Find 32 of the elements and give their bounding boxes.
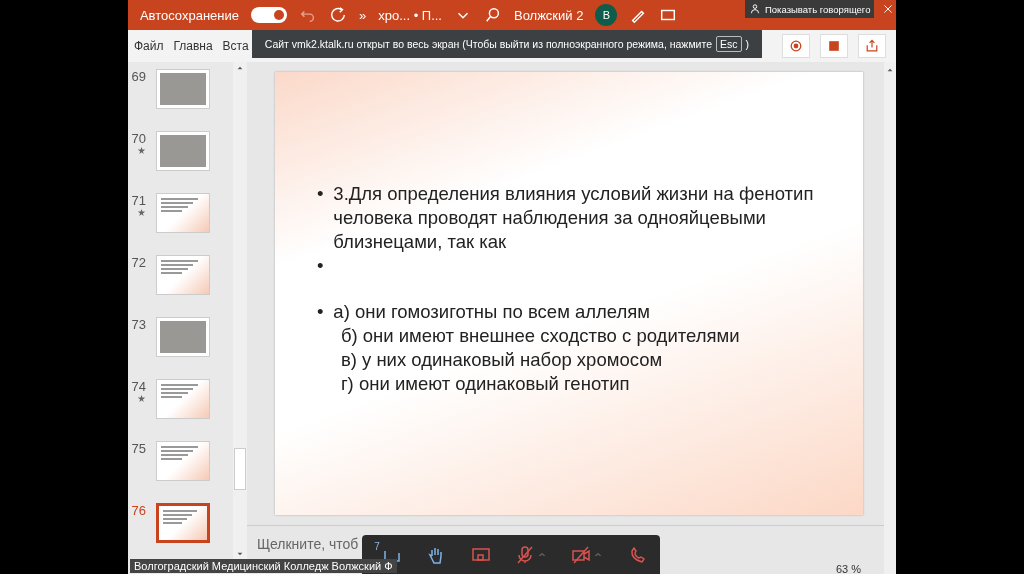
slide-number: 74 xyxy=(131,379,146,394)
slide-text: в) у них одинаковый набор хромосом xyxy=(340,348,663,372)
slide-number: 73 xyxy=(131,317,146,332)
show-speaker-button[interactable]: Показывать говорящего xyxy=(745,0,875,18)
slide-number: 70 xyxy=(131,131,146,146)
participant-caption: Волгоградский Медицинский Колледж Волжский Ф xyxy=(130,559,397,573)
slide-number: 76 xyxy=(131,503,146,518)
slide-text: 3.Для определения влияния условий жизни на фенотип человека проводят наблюдения за однояйцевыми близнецами, так как xyxy=(333,182,815,254)
overflow-button[interactable]: » xyxy=(359,7,367,23)
slide-number: 72 xyxy=(131,255,146,270)
file-name[interactable]: хро... • П... xyxy=(378,7,442,23)
esc-key: Esc xyxy=(716,36,742,52)
autosave-label: Автосохранение xyxy=(139,7,239,23)
notice-text: ) xyxy=(745,38,750,50)
user-name: Волжский 2 xyxy=(513,7,584,23)
slide-number: 75 xyxy=(131,441,146,456)
slide-number: 71 xyxy=(131,193,146,208)
zoom-level[interactable]: 63 % xyxy=(836,563,862,574)
ribbon-tab[interactable]: Вста xyxy=(222,39,249,53)
ribbon-tab[interactable]: Главна xyxy=(173,39,213,53)
unread-count: 7 xyxy=(374,540,380,552)
slide-text: б) они имеют внешнее сходство с родителями xyxy=(340,324,740,348)
notice-text: Сайт vmk2.ktalk.ru открыт во весь экран (Чтобы выйти из полноэкранного режима, нажмите xyxy=(264,38,712,50)
slide-text: г) они имеют одинаковый генотип xyxy=(340,372,630,396)
notes-placeholder[interactable]: Щелкните, чтоб xyxy=(256,536,359,552)
user-avatar[interactable]: В xyxy=(595,4,618,26)
bullet: • xyxy=(316,300,324,324)
bullet: • xyxy=(316,182,324,206)
slide-number: 69 xyxy=(131,69,146,84)
slide-text: а) они гомозиготны по всем аллелям xyxy=(333,300,651,324)
ribbon-tab[interactable]: Файл xyxy=(133,39,164,53)
bullet: • xyxy=(316,254,324,278)
